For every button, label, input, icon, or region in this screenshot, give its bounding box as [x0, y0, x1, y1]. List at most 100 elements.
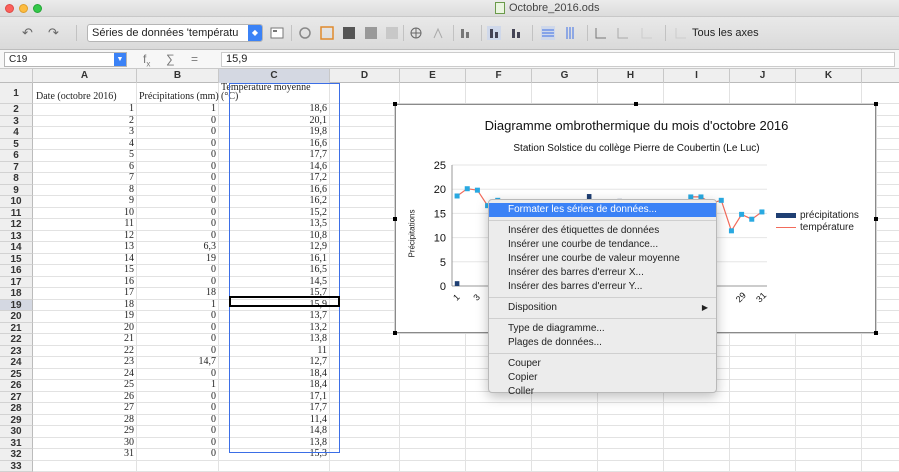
cell-e30[interactable] — [400, 426, 466, 437]
cell-i32[interactable] — [664, 449, 730, 460]
chart-type-icon[interactable] — [298, 26, 312, 40]
cell-a15[interactable]: 14 — [33, 254, 137, 265]
cell-h28[interactable] — [598, 403, 664, 414]
cell-k22[interactable] — [796, 334, 862, 345]
cell-c6[interactable]: 17,7 — [219, 150, 330, 161]
cell-d31[interactable] — [330, 438, 400, 449]
cell-b10[interactable]: 0 — [137, 196, 219, 207]
cell-c8[interactable]: 17,2 — [219, 173, 330, 184]
cell-b15[interactable]: 19 — [137, 254, 219, 265]
row-header-5[interactable]: 5 — [0, 139, 33, 151]
cell-a12[interactable]: 11 — [33, 219, 137, 230]
cell-c4[interactable]: 19,8 — [219, 127, 330, 138]
cell-k27[interactable] — [796, 392, 862, 403]
row-header-10[interactable]: 10 — [0, 196, 33, 208]
cell-k25[interactable] — [796, 369, 862, 380]
cell-j29[interactable] — [730, 415, 796, 426]
cell-c32[interactable]: 15,3 — [219, 449, 330, 460]
cell-c15[interactable]: 16,1 — [219, 254, 330, 265]
cell-b12[interactable]: 0 — [137, 219, 219, 230]
column-header-f[interactable]: F — [466, 69, 532, 83]
formula-icon[interactable]: = — [191, 52, 198, 66]
minimize-window-button[interactable] — [19, 4, 28, 13]
cell-i28[interactable] — [664, 403, 730, 414]
cell-i1[interactable] — [664, 83, 730, 103]
column-header-d[interactable]: D — [330, 69, 400, 83]
cell-h32[interactable] — [598, 449, 664, 460]
cell-k30[interactable] — [796, 426, 862, 437]
cell-d4[interactable] — [330, 127, 400, 138]
menu-item[interactable]: Insérer des barres d'erreur X... — [489, 266, 716, 280]
y-axis-icon[interactable] — [616, 26, 630, 40]
row-header-1[interactable]: 1 — [0, 83, 33, 104]
cell-c18[interactable]: 15,7 — [219, 288, 330, 299]
cell-b19[interactable]: 1 — [137, 300, 219, 311]
cell-d11[interactable] — [330, 208, 400, 219]
row-header-31[interactable]: 31 — [0, 438, 33, 450]
cell-f1[interactable] — [466, 83, 532, 103]
undo-icon[interactable]: ↶ — [22, 25, 33, 41]
cell-a13[interactable]: 12 — [33, 231, 137, 242]
cell-b33[interactable] — [137, 461, 219, 472]
cell-j33[interactable] — [730, 461, 796, 472]
row-header-33[interactable]: 33 — [0, 461, 33, 472]
cell-d19[interactable] — [330, 300, 400, 311]
cell-i31[interactable] — [664, 438, 730, 449]
column-header-b[interactable]: B — [137, 69, 219, 83]
cell-a14[interactable]: 13 — [33, 242, 137, 253]
menu-item[interactable]: Formater les séries de données... — [489, 203, 716, 217]
cell-j24[interactable] — [730, 357, 796, 368]
cell-h31[interactable] — [598, 438, 664, 449]
cell-c29[interactable]: 11,4 — [219, 415, 330, 426]
cell-g31[interactable] — [532, 438, 598, 449]
column-header-k[interactable]: K — [796, 69, 862, 83]
cell-c30[interactable]: 14,8 — [219, 426, 330, 437]
cell-b30[interactable]: 0 — [137, 426, 219, 437]
cell-c17[interactable]: 14,5 — [219, 277, 330, 288]
cell-c12[interactable]: 13,5 — [219, 219, 330, 230]
cell-b17[interactable]: 0 — [137, 277, 219, 288]
cell-b29[interactable]: 0 — [137, 415, 219, 426]
cell-j32[interactable] — [730, 449, 796, 460]
cell-j30[interactable] — [730, 426, 796, 437]
cell-d32[interactable] — [330, 449, 400, 460]
cell-d14[interactable] — [330, 242, 400, 253]
close-window-button[interactable] — [5, 4, 14, 13]
row-header-28[interactable]: 28 — [0, 403, 33, 415]
cell-j31[interactable] — [730, 438, 796, 449]
cell-a27[interactable]: 26 — [33, 392, 137, 403]
cell-k26[interactable] — [796, 380, 862, 391]
cell-b31[interactable]: 0 — [137, 438, 219, 449]
cell-c20[interactable]: 13,7 — [219, 311, 330, 322]
redo-icon[interactable]: ↷ — [48, 25, 59, 41]
cell-a2[interactable]: 1 — [33, 104, 137, 115]
menu-item[interactable]: Coller — [489, 385, 716, 399]
cell-b7[interactable]: 0 — [137, 162, 219, 173]
cell-b11[interactable]: 0 — [137, 208, 219, 219]
cell-a28[interactable]: 27 — [33, 403, 137, 414]
cell-d5[interactable] — [330, 139, 400, 150]
cell-a1[interactable]: Date (octobre 2016) — [33, 83, 137, 103]
formula-input[interactable]: 15,9 — [221, 52, 895, 67]
vertical-grid-icon[interactable] — [509, 26, 523, 40]
cell-a7[interactable]: 6 — [33, 162, 137, 173]
cell-d2[interactable] — [330, 104, 400, 115]
chart-legend[interactable]: précipitations température — [776, 209, 859, 233]
cell-c19[interactable]: 15,9 — [219, 300, 330, 311]
cell-a30[interactable]: 29 — [33, 426, 137, 437]
cell-h1[interactable] — [598, 83, 664, 103]
cell-j23[interactable] — [730, 346, 796, 357]
cell-d17[interactable] — [330, 277, 400, 288]
cell-f29[interactable] — [466, 415, 532, 426]
cell-d10[interactable] — [330, 196, 400, 207]
cell-b26[interactable]: 1 — [137, 380, 219, 391]
row-header-16[interactable]: 16 — [0, 265, 33, 277]
row-header-7[interactable]: 7 — [0, 162, 33, 174]
row-header-8[interactable]: 8 — [0, 173, 33, 185]
horizontal-lines-icon[interactable] — [541, 26, 555, 40]
cell-a21[interactable]: 20 — [33, 323, 137, 334]
chevron-down-icon[interactable]: ▼ — [114, 53, 126, 66]
x-axis-icon[interactable] — [594, 26, 608, 40]
column-header-g[interactable]: G — [532, 69, 598, 83]
cell-d6[interactable] — [330, 150, 400, 161]
